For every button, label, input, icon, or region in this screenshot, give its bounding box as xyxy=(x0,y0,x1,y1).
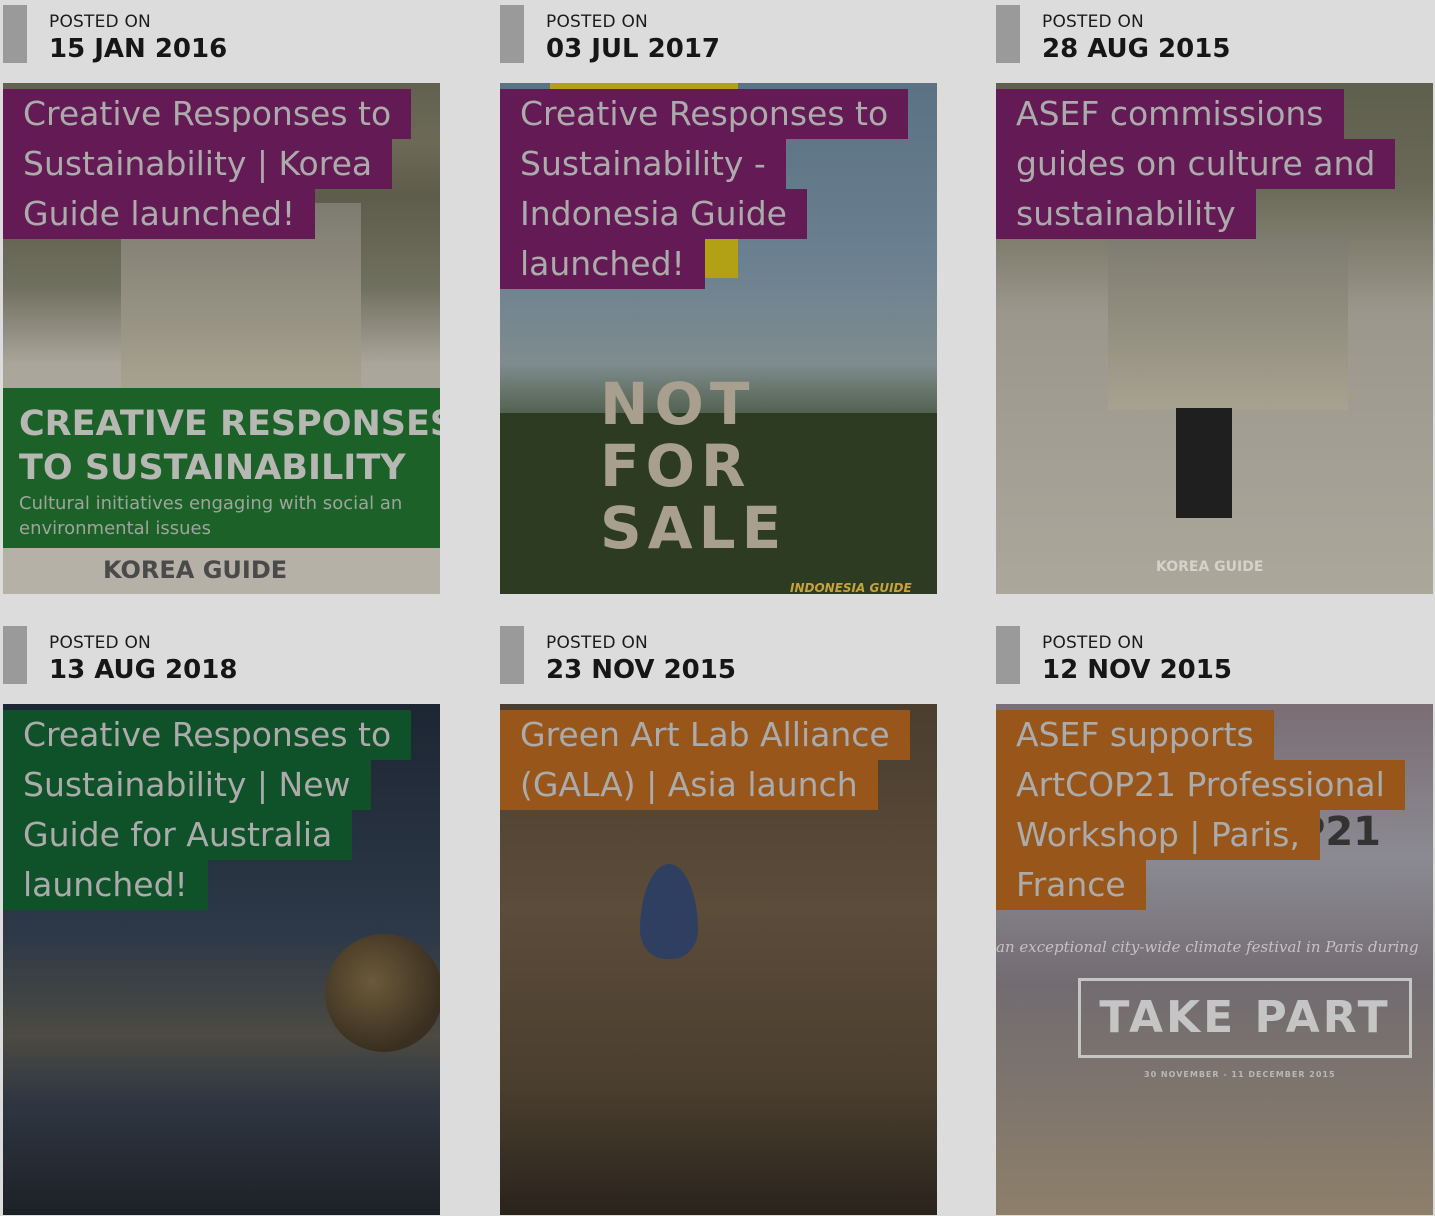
posted-on-label: POSTED ON xyxy=(546,12,648,32)
post-title[interactable]: ASEF supports ArtCOP21 Professional Work… xyxy=(996,710,1405,910)
post-title-line[interactable]: Sustainability | New xyxy=(3,760,371,810)
post-title-line[interactable]: Creative Responses to xyxy=(500,89,909,139)
post-title[interactable]: Creative Responses to Sustainability | N… xyxy=(3,710,412,910)
guide-footer: KOREA GUIDE xyxy=(3,548,440,594)
post-title-line[interactable]: Workshop | Paris, xyxy=(996,810,1320,860)
banner-title-line-1: CREATIVE RESPONSES xyxy=(19,404,440,444)
guide-footer-text: KOREA GUIDE xyxy=(103,556,288,584)
tagline: an exceptional city-wide climate festiva… xyxy=(996,938,1419,956)
banner-title-line-2: TO SUSTAINABILITY xyxy=(19,448,406,488)
post-title-line[interactable]: Green Art Lab Alliance xyxy=(500,710,910,760)
post-date: 23 NOV 2015 xyxy=(546,655,736,685)
post-title-line[interactable]: guides on culture and xyxy=(996,139,1396,189)
post-title[interactable]: Creative Responses to Sustainability - I… xyxy=(500,89,909,289)
post-card[interactable]: POSTED ON 12 NOV 2015 P21 an exceptional… xyxy=(996,621,1433,1215)
take-part-button: TAKE PART xyxy=(1078,978,1412,1058)
posted-on-label: POSTED ON xyxy=(49,12,151,32)
post-title[interactable]: Creative Responses to Sustainability | K… xyxy=(3,89,412,239)
post-card[interactable]: POSTED ON 23 NOV 2015 Green Art Lab Alli… xyxy=(500,621,937,1215)
date-marker xyxy=(996,5,1020,63)
banner-subtitle-line-1: Cultural initiatives engaging with socia… xyxy=(19,493,403,514)
banner-subtitle-line-2: environmental issues xyxy=(19,518,212,539)
post-thumbnail[interactable]: Green Art Lab Alliance (GALA) | Asia lau… xyxy=(500,704,937,1215)
post-title-line[interactable]: Guide launched! xyxy=(3,189,316,239)
post-thumbnail[interactable]: NOT FOR SALE INDONESIA GUIDE Creative Re… xyxy=(500,83,937,594)
guide-caption: KOREA GUIDE xyxy=(1156,559,1264,575)
post-date: 12 NOV 2015 xyxy=(1042,655,1232,685)
post-date: 13 AUG 2018 xyxy=(49,655,238,685)
post-title-line[interactable]: sustainability xyxy=(996,189,1256,239)
date-marker xyxy=(500,626,524,684)
post-thumbnail[interactable]: KOREA GUIDE ASEF commissions guides on c… xyxy=(996,83,1433,594)
post-meta: POSTED ON 23 NOV 2015 xyxy=(500,621,937,704)
post-title-line[interactable]: Creative Responses to xyxy=(3,89,412,139)
post-title-line[interactable]: Indonesia Guide xyxy=(500,189,807,239)
post-title-line[interactable]: launched! xyxy=(3,860,208,910)
post-thumbnail[interactable]: CREATIVE RESPONSES TO SUSTAINABILITY Cul… xyxy=(3,83,440,594)
post-meta: POSTED ON 15 JAN 2016 xyxy=(3,0,440,83)
post-date: 28 AUG 2015 xyxy=(1042,34,1231,64)
date-marker xyxy=(500,5,524,63)
post-card[interactable]: POSTED ON 15 JAN 2016 CREATIVE RESPONSES… xyxy=(3,0,440,594)
date-marker xyxy=(996,626,1020,684)
post-title-line[interactable]: Guide for Australia xyxy=(3,810,353,860)
post-card[interactable]: POSTED ON 03 JUL 2017 NOT FOR SALE INDON… xyxy=(500,0,937,594)
green-banner: CREATIVE RESPONSES TO SUSTAINABILITY Cul… xyxy=(3,388,440,548)
post-card[interactable]: POSTED ON 28 AUG 2015 KOREA GUIDE ASEF c… xyxy=(996,0,1433,594)
post-title-line[interactable]: launched! xyxy=(500,239,705,289)
post-title-line[interactable]: Creative Responses to xyxy=(3,710,412,760)
post-thumbnail[interactable]: P21 an exceptional city-wide climate fes… xyxy=(996,704,1433,1215)
post-title[interactable]: ASEF commissions guides on culture and s… xyxy=(996,89,1396,239)
posted-on-label: POSTED ON xyxy=(1042,12,1144,32)
post-title-line[interactable]: ASEF supports xyxy=(996,710,1274,760)
post-date: 15 JAN 2016 xyxy=(49,34,228,64)
sign-sculpture-text: NOT FOR SALE xyxy=(600,370,788,562)
canvas-image xyxy=(1108,235,1348,410)
guide-caption: INDONESIA GUIDE xyxy=(790,581,912,594)
post-title[interactable]: Green Art Lab Alliance (GALA) | Asia lau… xyxy=(500,710,910,810)
posted-on-label: POSTED ON xyxy=(1042,633,1144,653)
post-title-line[interactable]: ASEF commissions xyxy=(996,89,1344,139)
event-dates: 30 NOVEMBER - 11 DECEMBER 2015 xyxy=(1144,1070,1336,1079)
post-meta: POSTED ON 03 JUL 2017 xyxy=(500,0,937,83)
post-thumbnail[interactable]: Creative Responses to Sustainability | N… xyxy=(3,704,440,1215)
post-card[interactable]: POSTED ON 13 AUG 2018 Creative Responses… xyxy=(3,621,440,1215)
date-marker xyxy=(3,5,27,63)
date-marker xyxy=(3,626,27,684)
post-date: 03 JUL 2017 xyxy=(546,34,721,64)
posted-on-label: POSTED ON xyxy=(49,633,151,653)
post-meta: POSTED ON 13 AUG 2018 xyxy=(3,621,440,704)
post-title-line[interactable]: France xyxy=(996,860,1146,910)
woven-sphere-sculpture xyxy=(325,934,440,1052)
post-meta: POSTED ON 12 NOV 2015 xyxy=(996,621,1433,704)
person-legs xyxy=(1176,408,1232,518)
post-title-line[interactable]: Sustainability | Korea xyxy=(3,139,393,189)
post-meta: POSTED ON 28 AUG 2015 xyxy=(996,0,1433,83)
post-title-line[interactable]: ArtCOP21 Professional xyxy=(996,760,1405,810)
post-title-line[interactable]: Sustainability - xyxy=(500,139,786,189)
post-title-line[interactable]: (GALA) | Asia launch xyxy=(500,760,878,810)
posted-on-label: POSTED ON xyxy=(546,633,648,653)
teardrop-window xyxy=(640,864,698,959)
